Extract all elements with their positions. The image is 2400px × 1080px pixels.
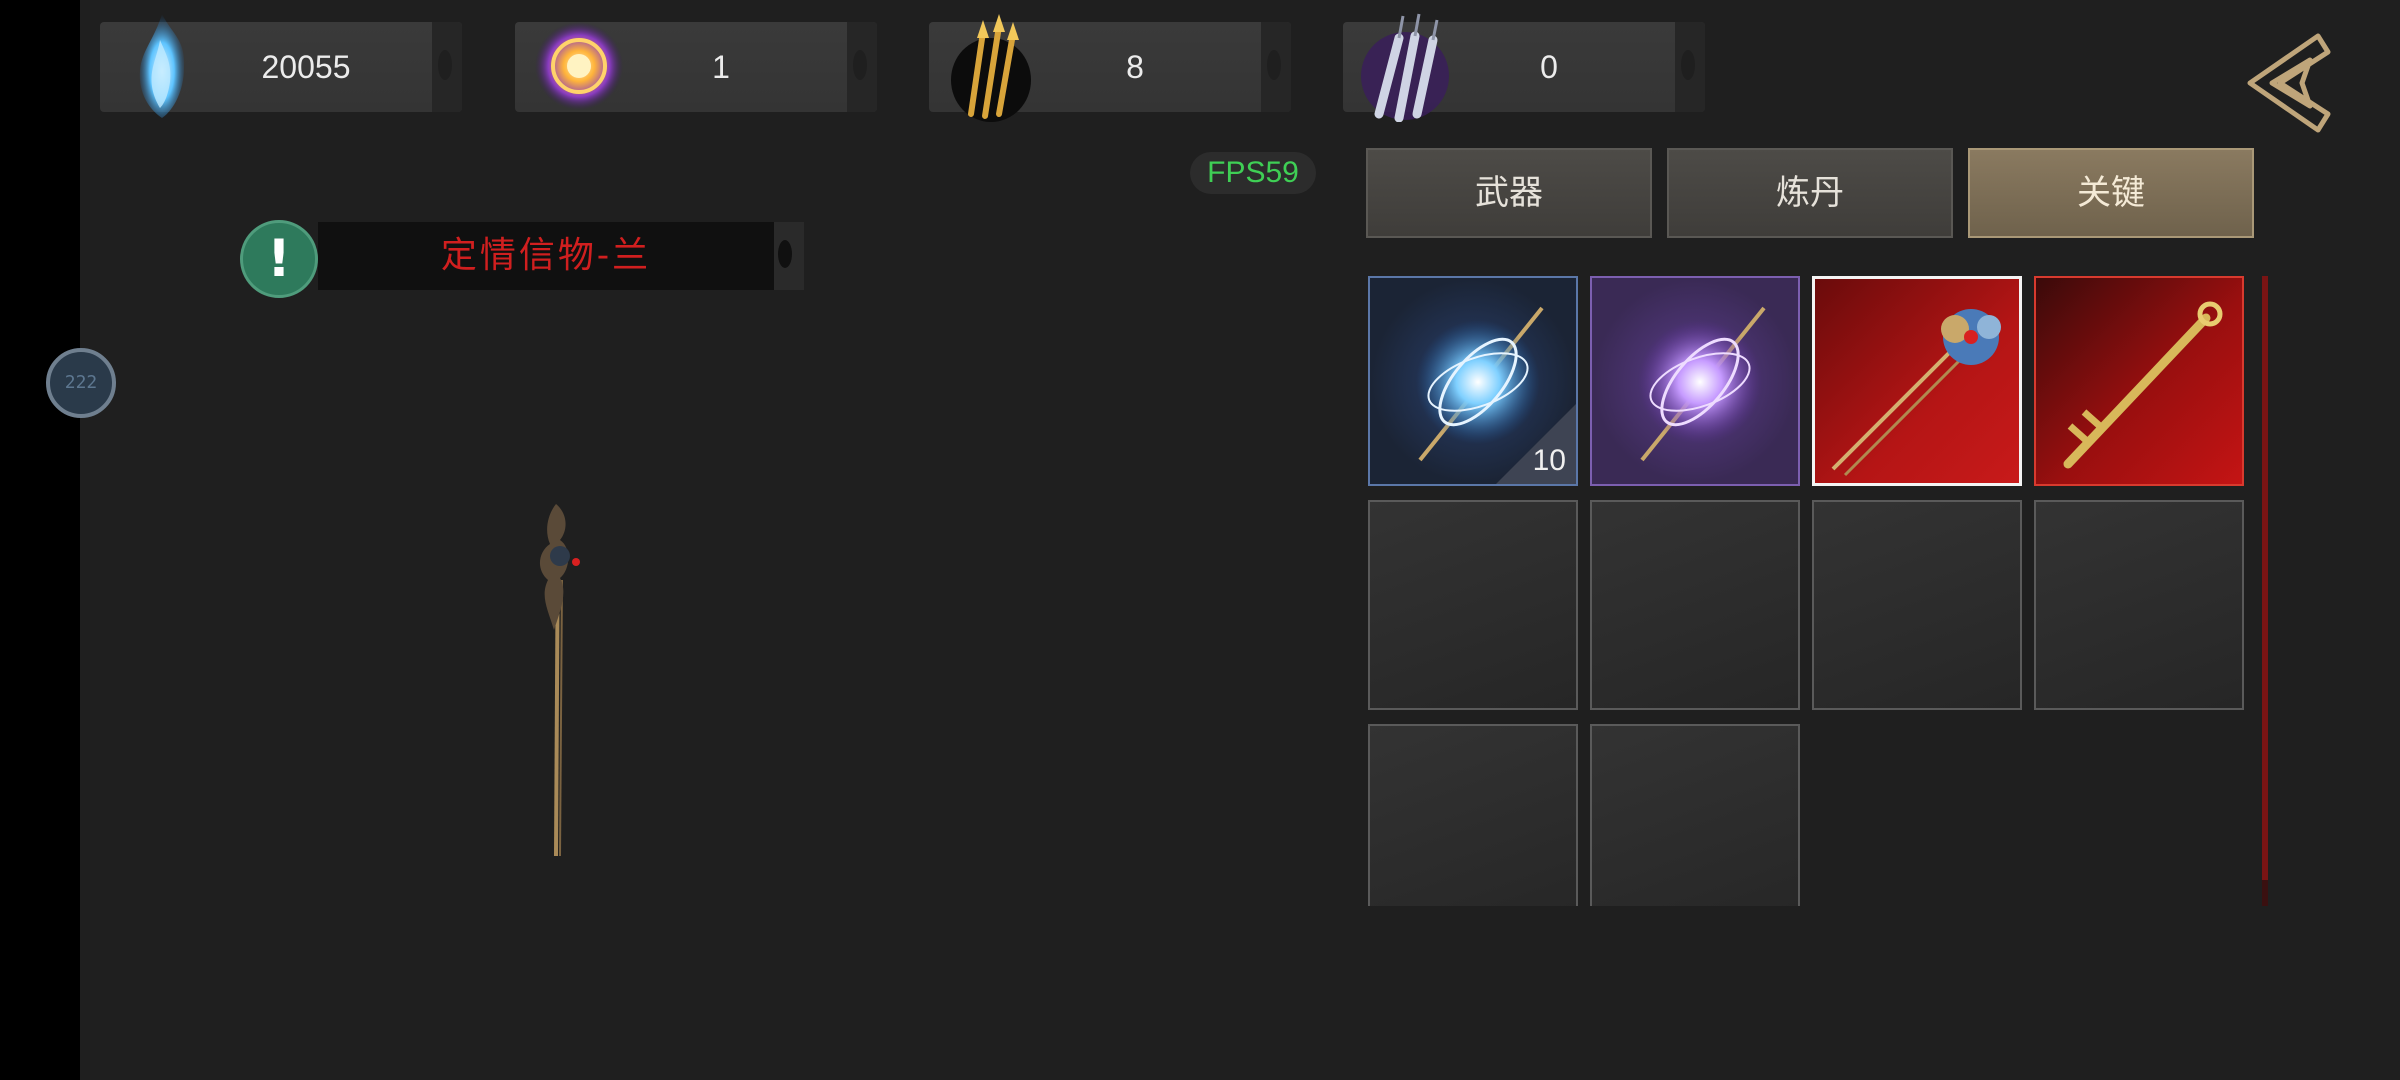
left-black-bar	[0, 0, 80, 1080]
currency-value: 0	[1540, 49, 1558, 85]
tab-key-items[interactable]: 关键	[1968, 148, 2254, 238]
inventory-slot-1[interactable]: 10	[1368, 276, 1578, 486]
inventory-slot-3[interactable]	[1812, 276, 2022, 486]
currency-purple-blades: 0	[1343, 13, 1705, 122]
tab-alchemy[interactable]: 炼丹	[1667, 148, 1953, 238]
purple-orb-needle-icon	[1638, 306, 1766, 462]
grid-clip	[1360, 906, 1820, 1080]
scrollbar-thumb[interactable]	[2262, 276, 2268, 880]
hairpin-preview-model	[539, 504, 580, 857]
inventory-slot-2[interactable]	[1590, 276, 1800, 486]
tab-weapons[interactable]: 武器	[1366, 148, 1652, 238]
currency-golden-orb: 1	[515, 22, 877, 112]
inventory-slot-empty[interactable]	[1368, 500, 1578, 710]
golden-key-icon	[2063, 301, 2223, 469]
bar-endcap	[847, 22, 877, 112]
fps-counter: FPS59	[1190, 152, 1316, 194]
bar-endcap	[432, 22, 462, 112]
inventory-slot-empty[interactable]	[1812, 500, 2022, 710]
back-arrow-icon	[2247, 33, 2331, 133]
back-button[interactable]	[2240, 28, 2340, 138]
inventory-slot-empty[interactable]	[1368, 724, 1578, 934]
item-name-banner: 定情信物-兰	[318, 222, 804, 290]
inventory-slot-empty[interactable]	[1590, 500, 1800, 710]
flower-hairpin-icon	[1831, 309, 2001, 477]
currency-golden-arrows: 8	[929, 14, 1291, 122]
bar-endcap	[1261, 22, 1291, 112]
item-count: 10	[1532, 444, 1566, 477]
bar-endcap	[1675, 22, 1705, 112]
inventory-slot-empty[interactable]	[1590, 724, 1800, 934]
avatar[interactable]: 222	[46, 348, 116, 418]
exclamation-icon: !	[240, 220, 318, 298]
selected-item-name: 定情信物-兰	[440, 235, 652, 276]
banner-endcap	[774, 222, 804, 290]
game-screen: 20055 1 8 0 FPS59 武器 炼丹 关键 ! 定情信物-兰 222 …	[0, 0, 2400, 1080]
currency-value: 1	[712, 49, 730, 85]
currency-value: 8	[1126, 49, 1144, 85]
inventory-slot-4[interactable]	[2034, 276, 2244, 486]
inventory-slot-empty[interactable]	[2034, 500, 2244, 710]
currency-value: 20055	[261, 49, 351, 85]
currency-spirit-flame: 20055	[100, 14, 462, 118]
